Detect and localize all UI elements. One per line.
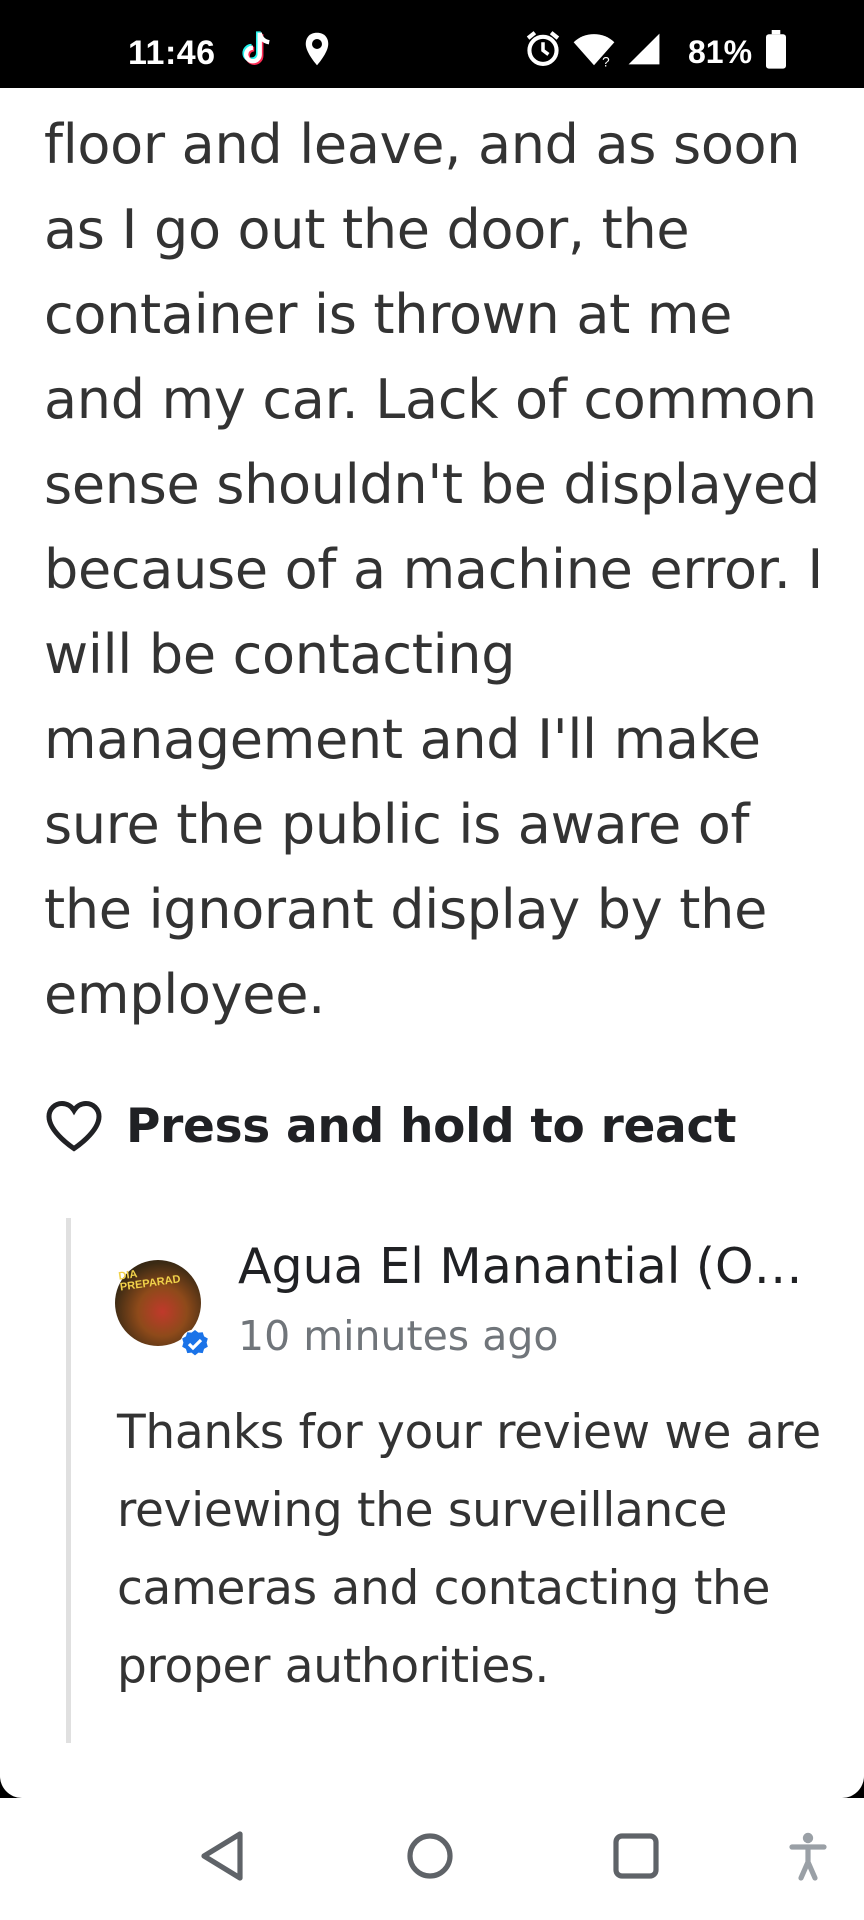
verified-badge-icon bbox=[180, 1329, 210, 1359]
status-bar: 11:46 ? 81% bbox=[0, 0, 864, 88]
location-icon bbox=[305, 32, 329, 66]
review-content: floor and leave, and as soon as I go out… bbox=[0, 88, 864, 1798]
review-text: floor and leave, and as soon as I go out… bbox=[44, 113, 824, 1026]
avatar-text: DIA PREPARAD bbox=[117, 1268, 182, 1294]
owner-name[interactable]: Agua El Manantial (Owner) bbox=[238, 1238, 838, 1295]
status-time: 11:46 bbox=[128, 34, 216, 72]
wifi-icon: ? bbox=[573, 34, 615, 68]
reply-text: Thanks for your review we are reviewing … bbox=[117, 1405, 821, 1694]
battery-percent: 81% bbox=[688, 34, 753, 70]
battery-icon bbox=[766, 30, 786, 69]
owner-reply: DIA PREPARAD Agua El Manantial (Owner) 1… bbox=[66, 1218, 841, 1743]
recents-icon[interactable] bbox=[610, 1828, 662, 1884]
home-icon[interactable] bbox=[404, 1828, 456, 1884]
tiktok-icon bbox=[242, 31, 270, 65]
alarm-icon bbox=[526, 31, 560, 66]
react-button[interactable]: Press and hold to react bbox=[44, 1094, 736, 1158]
heart-outline-icon bbox=[46, 1100, 102, 1152]
reply-timestamp: 10 minutes ago bbox=[238, 1312, 559, 1360]
back-icon[interactable] bbox=[196, 1828, 248, 1884]
react-label: Press and hold to react bbox=[126, 1098, 737, 1154]
accessibility-icon[interactable] bbox=[788, 1828, 828, 1884]
svg-text:?: ? bbox=[602, 55, 610, 68]
navigation-bar bbox=[0, 1798, 864, 1920]
signal-icon bbox=[628, 33, 660, 65]
